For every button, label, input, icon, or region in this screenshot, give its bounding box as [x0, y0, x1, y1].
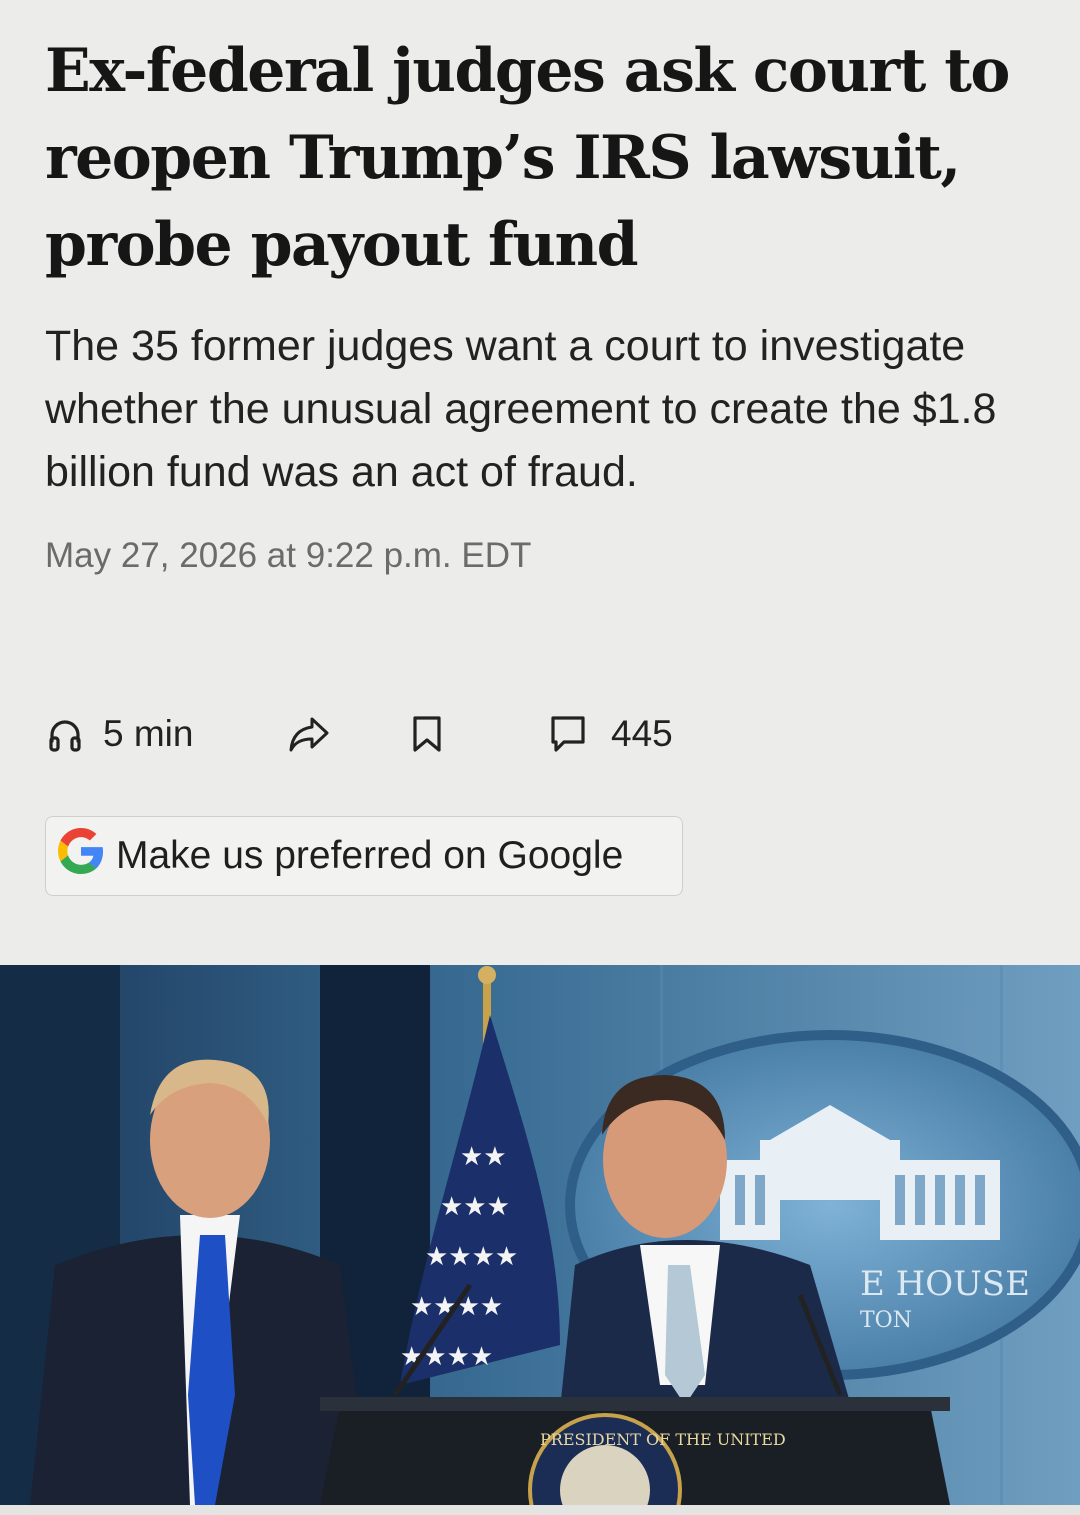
bookmark-icon	[411, 714, 443, 754]
share-arrow-icon	[287, 714, 331, 754]
google-preferred-button[interactable]: Make us preferred on Google	[45, 816, 683, 896]
svg-text:★★★: ★★★	[440, 1192, 510, 1222]
svg-text:★★★★: ★★★★	[425, 1242, 518, 1272]
comments-count: 445	[611, 713, 673, 754]
backdrop-text: E HOUSE	[860, 1264, 1030, 1304]
podium-seal-text: PRESIDENT OF THE UNITED	[540, 1430, 786, 1449]
bottom-strip	[0, 1505, 1080, 1515]
listen-duration: 5 min	[103, 713, 194, 754]
article-toolbar: 5 min 445	[45, 708, 673, 760]
lead-photo: E HOUSE TON ★★★★★ ★★★★★★★★ ★★★★ PRESIDEN…	[0, 965, 1080, 1505]
headline: Ex-federal judges ask court to reopen Tr…	[45, 36, 1010, 280]
google-preferred-label: Make us preferred on Google	[116, 834, 624, 877]
backdrop-text-2: TON	[860, 1308, 912, 1333]
share-button[interactable]	[287, 714, 331, 754]
publish-timestamp: May 27, 2026 at 9:22 p.m. EDT	[45, 536, 532, 575]
bookmark-button[interactable]	[411, 714, 443, 754]
google-g-icon	[58, 828, 116, 884]
headphones-icon	[45, 714, 85, 754]
svg-text:★★: ★★	[460, 1142, 507, 1172]
article-header: Ex-federal judges ask court to reopen Tr…	[45, 28, 1045, 576]
listen-button[interactable]: 5 min	[45, 713, 255, 755]
comment-bubble-icon	[550, 715, 586, 753]
comments-button[interactable]: 445	[525, 713, 673, 755]
article-dek: The 35 former judges want a court to inv…	[45, 322, 997, 496]
